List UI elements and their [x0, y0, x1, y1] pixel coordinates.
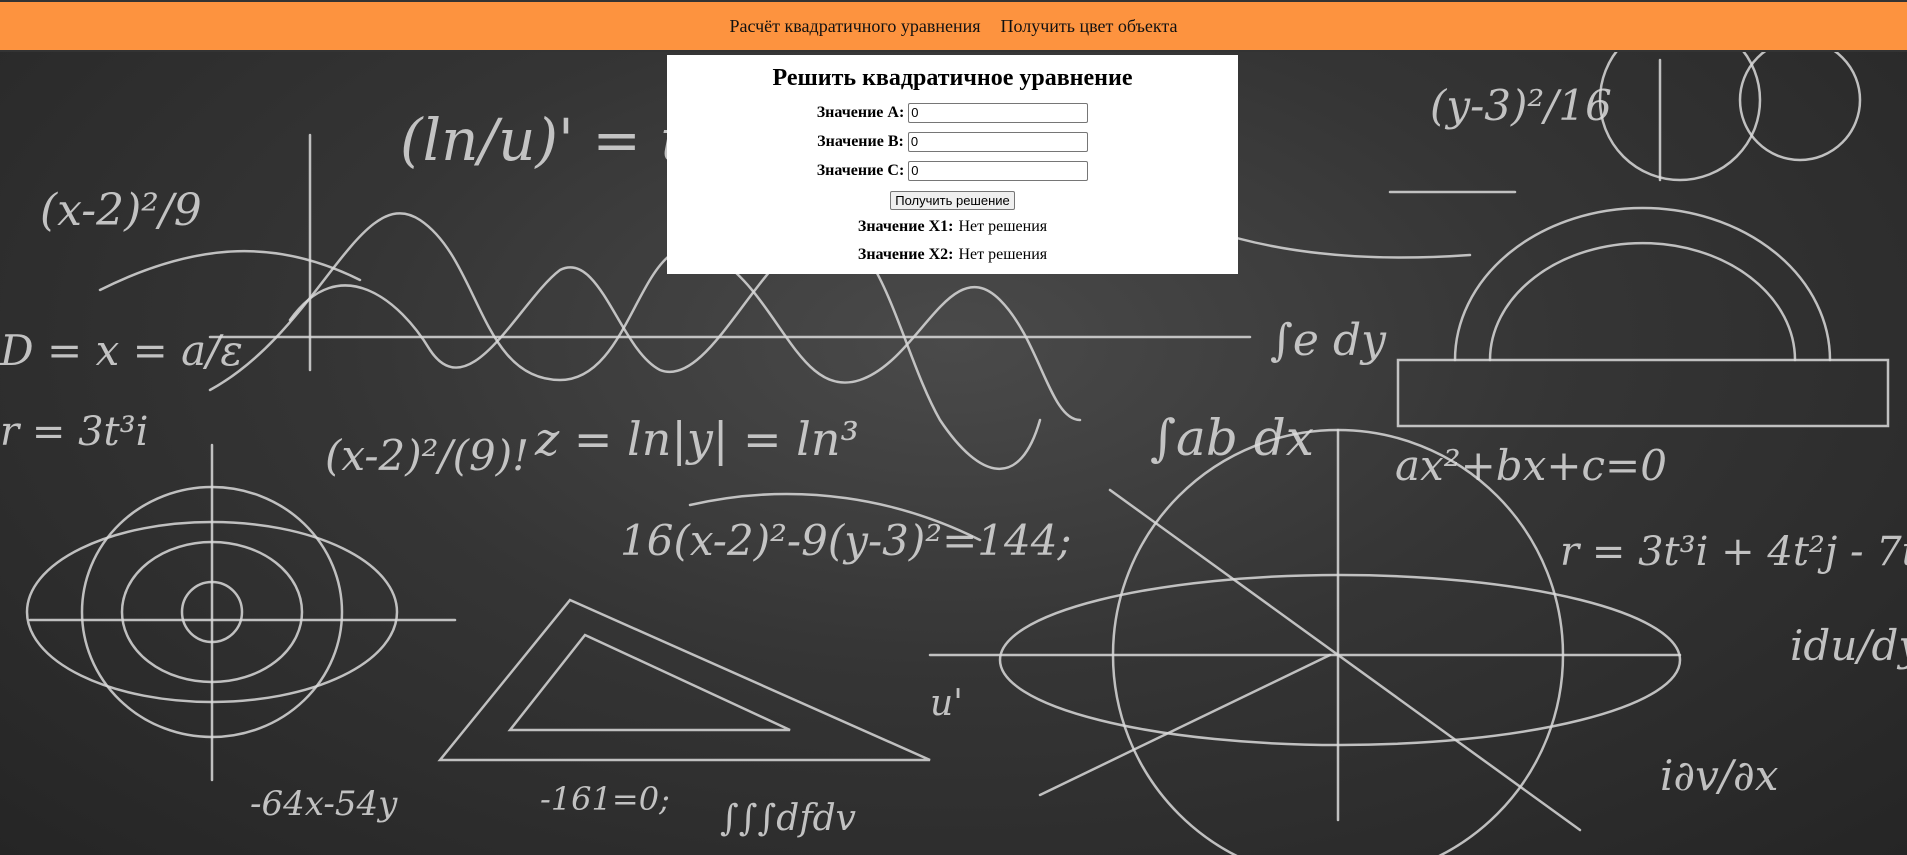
top-navbar: Расчёт квадратичного уравнения Получить …: [0, 0, 1907, 52]
result-x1-label: Значение X1:: [857, 218, 954, 235]
chalk-formula: -161=0;: [540, 780, 670, 818]
label-b: Значение B:: [817, 132, 904, 150]
chalk-formula: 16(x-2)²-9(y-3)²=144;: [620, 516, 1072, 565]
result-x2-value: Нет решения: [958, 246, 1048, 263]
nav-quadratic-link[interactable]: Расчёт квадратичного уравнения: [730, 16, 981, 37]
label-a: Значение A:: [816, 103, 905, 121]
chalk-formula: -64x-54y: [250, 784, 398, 824]
chalk-formula: ∫ab dx: [1150, 409, 1314, 467]
result-x1-value: Нет решения: [958, 218, 1048, 235]
chalk-dashed-arc: [1208, 228, 1472, 259]
field-row-c: Значение C:: [667, 156, 1238, 185]
chalk-globe-diagonal-2: [1038, 653, 1332, 797]
chalk-ellipse-globe: [998, 573, 1682, 747]
input-a[interactable]: [908, 102, 1089, 123]
chalk-protractor-outer: [1453, 206, 1832, 362]
chalk-globe-diagonal: [1108, 488, 1582, 832]
chalk-formula: i∂v/∂x: [1660, 751, 1779, 800]
chalk-formula: D = x = a/ε: [0, 326, 243, 375]
result-x2-label: Значение X2:: [857, 246, 954, 263]
field-row-b: Значение B:: [667, 127, 1238, 156]
chalk-protractor-inner: [1488, 241, 1797, 362]
result-x1: Значение X1: Нет решения: [667, 213, 1238, 241]
chalk-formula: z = ln|y| = ln³: [534, 412, 859, 466]
chalk-ruler: [1396, 358, 1890, 428]
chalk-circle-top-right-2: [1738, 38, 1862, 162]
chalk-formula: ∫∫∫dfdv: [720, 798, 856, 839]
chalk-formula: (y-3)²/16: [1430, 81, 1612, 130]
chalk-formula: (ln/u)' = u: [400, 106, 697, 174]
input-b[interactable]: [907, 131, 1088, 152]
chalk-formula: r = 3t³i: [0, 409, 148, 455]
chalk-formula: idu/dy: [1790, 621, 1907, 670]
input-c[interactable]: [908, 160, 1089, 181]
chalk-formula: ax²+bx+c=0: [1395, 441, 1667, 490]
chalk-formula: r = 3t³i + 4t²j - 7tk: [1560, 529, 1907, 575]
quadratic-form-panel: Решить квадратичное уравнение Значение A…: [667, 55, 1238, 274]
result-x2: Значение X2: Нет решения: [667, 241, 1238, 269]
chalk-formula: u': [930, 683, 963, 724]
chalk-formula: ∫e dy: [1270, 315, 1387, 366]
submit-row: Получить решение: [667, 187, 1238, 213]
nav-object-color-link[interactable]: Получить цвет объекта: [1001, 16, 1178, 37]
field-row-a: Значение A:: [667, 98, 1238, 127]
chalk-formula: (x-2)²/(9)!: [325, 431, 529, 480]
label-c: Значение C:: [816, 161, 905, 179]
chalk-formula: (x-2)²/9: [40, 185, 202, 236]
form-title: Решить квадратичное уравнение: [772, 65, 1133, 91]
chalk-triangle-inner: [507, 633, 791, 732]
get-solution-button[interactable]: Получить решение: [890, 190, 1015, 210]
